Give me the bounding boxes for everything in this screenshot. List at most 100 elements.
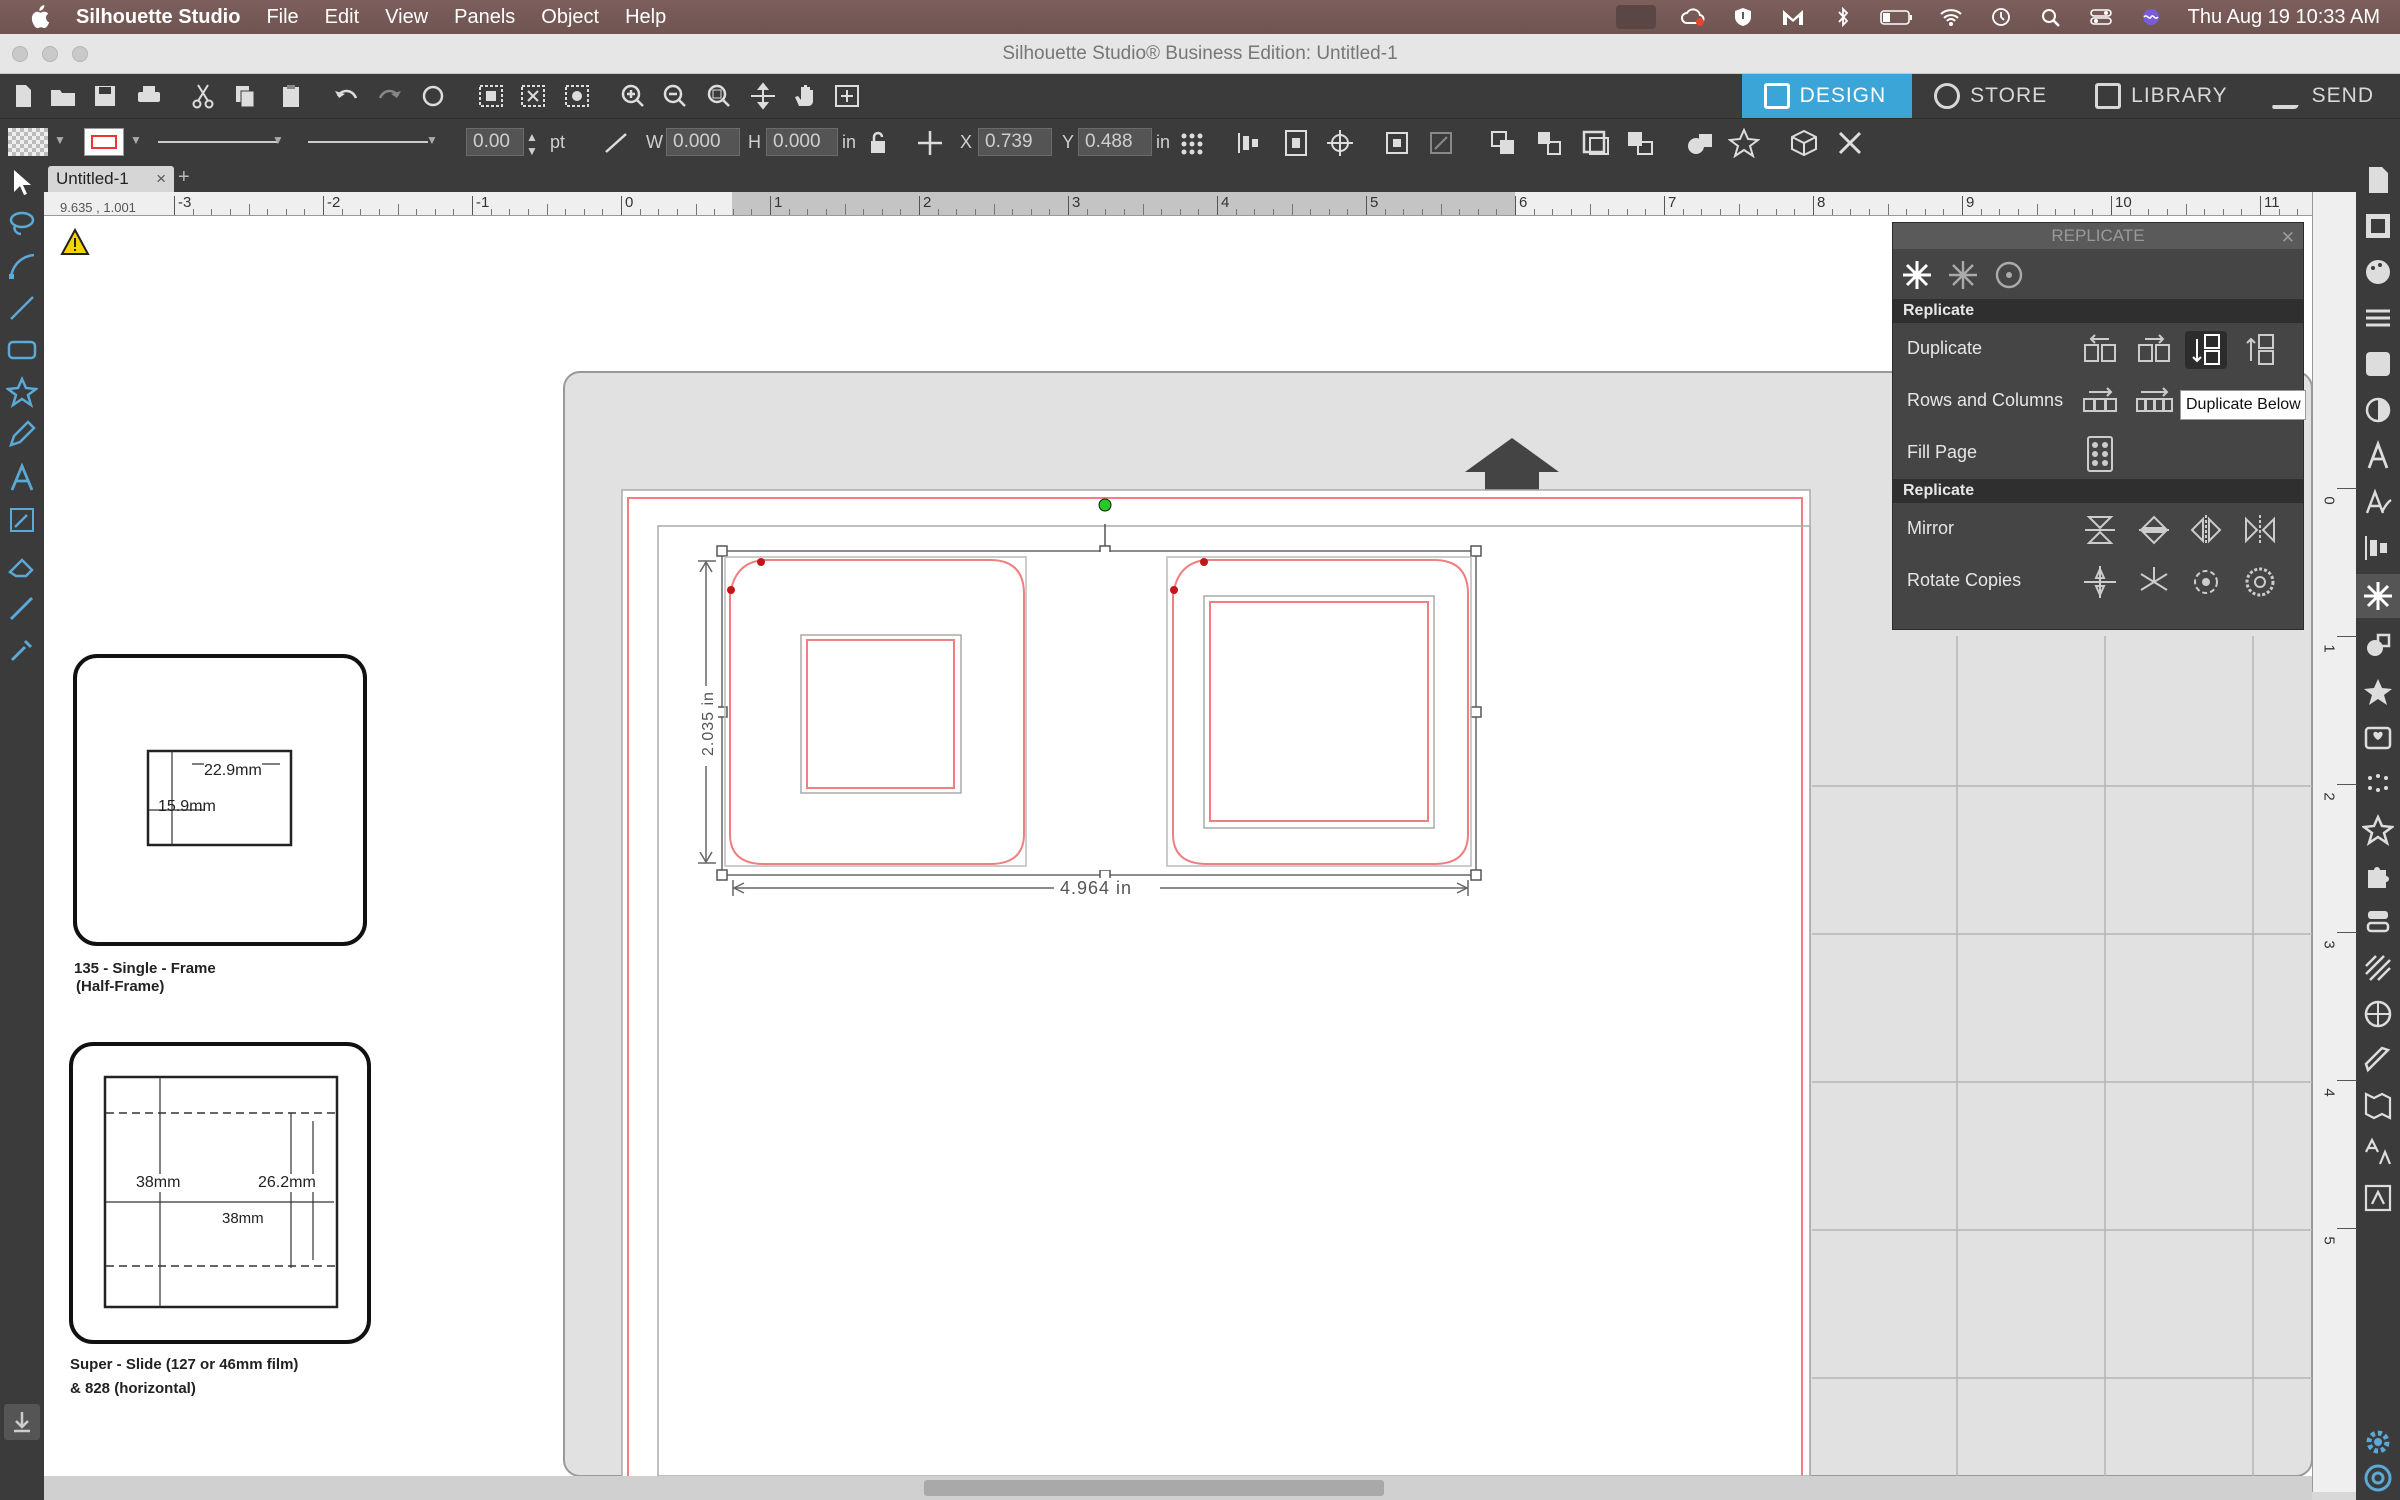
line-style-dropdown-arrow-icon[interactable]: ▼ [272, 133, 284, 147]
compound-path-icon[interactable] [1580, 128, 1612, 158]
save-icon[interactable] [90, 82, 120, 110]
mirror-above-button[interactable] [2133, 511, 2175, 549]
horizontal-scrollbar[interactable] [44, 1476, 2312, 1500]
line-width-stepper-icon[interactable]: ▲ ▼ [526, 130, 538, 158]
reference-point-grid-icon[interactable] [1176, 128, 1208, 158]
add-tab-button[interactable]: + [178, 166, 190, 189]
replicate-panel-button[interactable] [2356, 574, 2400, 618]
line-style-select[interactable] [158, 141, 278, 143]
rectangle-tool-icon[interactable] [6, 334, 38, 366]
fill-pattern-icon[interactable] [2362, 348, 2394, 380]
font-manager-icon[interactable] [2362, 1136, 2394, 1168]
offset-star-panel-icon[interactable] [2362, 676, 2394, 708]
cut-icon[interactable] [188, 82, 218, 110]
ungroup-icon[interactable] [1534, 128, 1566, 158]
menu-file[interactable]: File [266, 6, 298, 29]
warp-icon[interactable] [2362, 1090, 2394, 1122]
width-input[interactable]: 0.000 [666, 128, 740, 156]
open-folder-icon[interactable] [48, 82, 78, 110]
line-width-input[interactable]: 0.00 [466, 128, 524, 156]
close-tab-button[interactable]: × [156, 169, 166, 189]
y-position-input[interactable]: 0.488 [1078, 128, 1152, 156]
document-tab[interactable]: Untitled-1 × [48, 166, 174, 192]
paste-icon[interactable] [276, 82, 306, 110]
deselect-icon[interactable] [518, 82, 548, 110]
lock-aspect-icon[interactable] [862, 128, 894, 158]
creative-cloud-icon[interactable] [1680, 7, 1706, 27]
horizontal-scroll-thumb[interactable] [924, 1480, 1384, 1496]
zoom-in-icon[interactable] [618, 82, 648, 110]
time-machine-icon[interactable] [1988, 7, 2014, 27]
text-tool-icon[interactable] [6, 462, 38, 494]
mirror-left-button[interactable] [2185, 511, 2227, 549]
app-menu[interactable]: Silhouette Studio [76, 6, 240, 29]
rotate-five-button[interactable] [2239, 563, 2281, 601]
transform-icon[interactable] [1382, 128, 1414, 158]
spotlight-search-icon[interactable] [2038, 7, 2064, 27]
eraser-panel-icon[interactable] [2362, 1044, 2394, 1076]
weld-icon[interactable] [1684, 128, 1716, 158]
replicate-tab-icon[interactable] [1899, 257, 1935, 293]
knife-tool-icon[interactable] [6, 592, 38, 624]
duplicate-left-button[interactable] [2079, 331, 2121, 369]
pan-hand-icon[interactable] [790, 82, 820, 110]
reference-diagram-super-slide[interactable] [69, 1042, 371, 1344]
mail-m-icon[interactable] [1780, 7, 1806, 27]
line-tool-icon[interactable] [600, 128, 632, 158]
siri-icon[interactable] [2138, 7, 2164, 27]
replicate-panel-header[interactable]: REPLICATE ✕ [1893, 223, 2303, 249]
help-lifebuoy-icon[interactable] [2362, 1462, 2394, 1494]
move-position-icon[interactable] [914, 128, 946, 158]
new-document-icon[interactable] [8, 82, 38, 110]
zoom-select-icon[interactable] [704, 82, 734, 110]
crosshair-center-icon[interactable] [1324, 128, 1356, 158]
star-polygon-icon[interactable] [6, 376, 38, 408]
control-center-icon[interactable] [2088, 7, 2114, 27]
text-to-path-icon[interactable] [2362, 486, 2394, 518]
menubar-clock[interactable]: Thu Aug 19 10:33 AM [2188, 6, 2380, 29]
library-drawer-button[interactable] [4, 1404, 40, 1440]
rotate-two-button[interactable] [2079, 563, 2121, 601]
page-setup-icon[interactable] [2362, 164, 2394, 196]
sketch-pen-icon[interactable] [6, 504, 38, 536]
battery-icon[interactable] [1879, 7, 1914, 27]
fill-palette-icon[interactable] [2362, 256, 2394, 288]
line-style-panel-icon[interactable] [2362, 302, 2394, 334]
puzzle-icon[interactable] [2362, 860, 2394, 892]
duplicate-above-button[interactable] [2239, 331, 2281, 369]
menu-help[interactable]: Help [625, 6, 666, 29]
layers-icon[interactable] [2362, 906, 2394, 938]
fill-page-button[interactable] [2079, 435, 2121, 473]
line-draw-icon[interactable] [6, 292, 38, 324]
line-join-select[interactable] [308, 141, 428, 143]
send-settings-icon[interactable] [2362, 210, 2394, 242]
text-style-icon[interactable] [2362, 440, 2394, 472]
row-of-three-button[interactable] [2079, 383, 2121, 421]
center-to-page-icon[interactable] [1280, 128, 1312, 158]
offset-star-icon[interactable] [1728, 128, 1760, 158]
select-all-icon[interactable] [476, 82, 506, 110]
duplicate-right-button[interactable] [2133, 331, 2175, 369]
eraser-icon[interactable] [6, 550, 38, 582]
pencil-draw-icon[interactable] [6, 418, 38, 450]
tab-send[interactable]: SEND [2254, 74, 2400, 118]
trace-icon[interactable] [2362, 722, 2394, 754]
rotate-copies-tab-icon[interactable] [1991, 257, 2027, 293]
group-icon[interactable] [1488, 128, 1520, 158]
menu-edit[interactable]: Edit [325, 6, 359, 29]
line-color-dropdown-arrow-icon[interactable]: ▼ [130, 133, 142, 147]
tab-library[interactable]: LIBRARY [2073, 74, 2254, 118]
redraw-icon[interactable] [418, 82, 448, 110]
rotate-handle[interactable] [1098, 498, 1112, 512]
settings-gear-icon[interactable] [2362, 1426, 2394, 1458]
x-position-input[interactable]: 0.739 [978, 128, 1052, 156]
vertical-ruler[interactable]: 0 1 2 3 4 5 [2312, 192, 2357, 1492]
fill-dropdown-arrow-icon[interactable]: ▼ [54, 133, 66, 147]
hatch-fill-icon[interactable] [2362, 952, 2394, 984]
release-compound-icon[interactable] [1624, 128, 1656, 158]
select-by-color-icon[interactable] [562, 82, 592, 110]
apple-logo-icon[interactable] [28, 5, 50, 29]
tab-store[interactable]: STORE [1912, 74, 2073, 118]
fill-color-swatch[interactable] [8, 128, 48, 156]
sketch-effects-icon[interactable] [2362, 768, 2394, 800]
